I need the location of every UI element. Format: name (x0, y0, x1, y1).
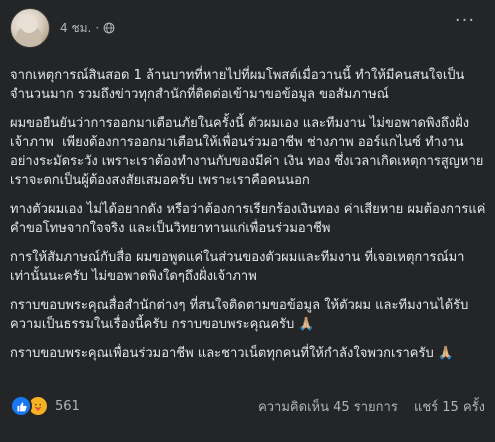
post-meta: 4 ชม. · (60, 19, 115, 38)
separator-dot: · (95, 21, 100, 35)
post-paragraph: การให้สัมภาษณ์กับสื่อ ผมขอพูดแค่ในส่วนขอ… (10, 250, 465, 284)
engagement-stats: ความคิดเห็น 45 รายการ แชร์ 15 ครั้ง (258, 396, 485, 417)
post-paragraph: กราบขอบพระคุณสื่อสำนักต่างๆ ที่สนใจติดตา… (10, 298, 469, 332)
post-header: 4 ชม. · (10, 8, 115, 48)
more-options-button[interactable]: ··· (451, 12, 479, 34)
post-paragraph: กราบขอบพระคุณเพื่อนร่วมอาชีพ และชาวเน็ตท… (10, 346, 455, 361)
facebook-post: 4 ชม. · ··· จากเหตุการณ์สินสอด 1 ล้านบาท… (0, 0, 495, 442)
post-paragraph: จากเหตุการณ์สินสอด 1 ล้านบาทที่หายไปที่ผ… (10, 68, 465, 102)
like-reaction-icon (10, 395, 32, 417)
post-paragraph: ผมขอยืนยันว่าการออกมาเตือนภัยในครั้งนี้ … (10, 116, 488, 188)
comments-count-link[interactable]: ความคิดเห็น 45 รายการ (258, 400, 398, 415)
post-body: จากเหตุการณ์สินสอด 1 ล้านบาทที่หายไปที่ผ… (10, 66, 488, 373)
reactions-summary[interactable]: 561 (10, 395, 80, 417)
shares-count-link[interactable]: แชร์ 15 ครั้ง (414, 400, 485, 415)
post-paragraph: ทางตัวผมเอง ไม่ได้อยากดัง หรือว่าต้องการ… (10, 202, 486, 236)
avatar[interactable] (10, 8, 50, 48)
globe-icon (103, 22, 115, 34)
post-timestamp[interactable]: 4 ชม. (60, 19, 91, 38)
reaction-count: 561 (55, 398, 80, 414)
post-footer: 561 ความคิดเห็น 45 รายการ แชร์ 15 ครั้ง (10, 394, 485, 418)
